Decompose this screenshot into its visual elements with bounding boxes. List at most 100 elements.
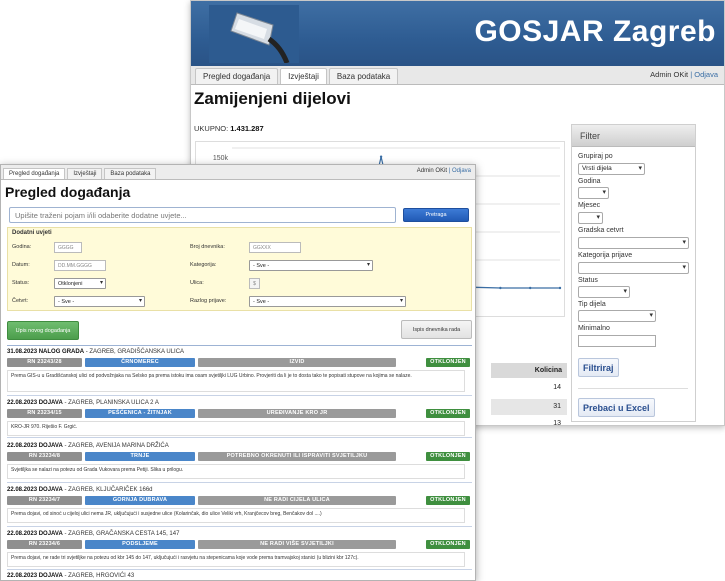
status-badge: OTKLONJEN xyxy=(426,540,470,549)
entry-address: - ZAGREB, HRGOVIĆI 43 xyxy=(62,573,135,579)
street-label: Ulica: xyxy=(190,280,204,286)
tab-database[interactable]: Baza podataka xyxy=(104,168,157,179)
chart-point xyxy=(558,286,562,290)
filter-button[interactable]: Filtriraj xyxy=(578,358,619,377)
category-badge: UREĐIVANJE KRO JR xyxy=(198,409,396,418)
search-button[interactable]: Pretraga xyxy=(403,208,469,222)
district-select[interactable] xyxy=(578,237,689,249)
filter-title: Filter xyxy=(572,125,695,147)
status-select[interactable]: Otklonjeni xyxy=(54,278,106,289)
print-log-button[interactable]: Ispis dnevnika rada xyxy=(401,320,472,339)
filter-divider xyxy=(578,388,688,389)
tab-database[interactable]: Baza podataka xyxy=(328,68,399,84)
date-input[interactable]: DD.MM.GGGG xyxy=(54,260,106,271)
user-separator: | xyxy=(448,168,451,174)
page-title: Zamijenjeni dijelovi xyxy=(194,89,351,108)
district-badge: ČRNOMEREC xyxy=(85,358,195,367)
entry-description: Prema dojavi, ne rade tri svjetiljke na … xyxy=(7,552,465,567)
log-number-input[interactable]: GGXXX xyxy=(249,242,301,253)
brand-title: GOSJAR Zagreb xyxy=(474,15,716,48)
main-tabs: Pregled događanja Izvještaji Baza podata… xyxy=(191,66,724,85)
user-separator: | xyxy=(690,70,693,79)
status-label: Status xyxy=(578,277,598,284)
status-badge: OTKLONJEN xyxy=(426,409,470,418)
entry-header: 22.08.2023 DOJAVA - ZAGREB, GRAČANSKA CE… xyxy=(7,531,472,539)
entry-description: KRO-JR 970. Riješio F. Grgić. xyxy=(7,421,465,436)
tab-reports[interactable]: Izvještaji xyxy=(280,68,327,84)
total-summary: UKUPNO: 1.431.287 xyxy=(194,124,264,133)
header-banner: GOSJAR Zagreb xyxy=(191,1,724,66)
district-badge: GORNJA DUBRAVA xyxy=(85,496,195,505)
year-input[interactable]: GGGG xyxy=(54,242,82,253)
chart-point xyxy=(379,155,383,158)
part-type-select[interactable] xyxy=(578,310,656,322)
work-order-badge: RN 23234/6 xyxy=(7,540,82,549)
chart-tick-label: 150k xyxy=(213,155,229,162)
month-select[interactable] xyxy=(578,212,603,224)
entry-date-type: 22.08.2023 DOJAVA xyxy=(7,487,63,493)
work-order-badge: RN 23234/7 xyxy=(7,496,82,505)
entry-date-type: 22.08.2023 DOJAVA xyxy=(7,443,63,449)
logout-link[interactable]: Odjava xyxy=(694,70,718,79)
status-badge: OTKLONJEN xyxy=(426,358,470,367)
entry-address: - ZAGREB, PLANINSKA ULICA 2 A xyxy=(62,400,159,406)
district-badge: PODSLJEME xyxy=(85,540,195,549)
street-lamp-icon xyxy=(209,5,299,63)
entry-date-type: 22.08.2023 DOJAVA xyxy=(7,400,63,406)
category-label: Kategorija prijave xyxy=(578,252,633,259)
tab-reports[interactable]: Izvještaji xyxy=(67,168,103,179)
table-cell-quantity: 13 xyxy=(553,420,561,426)
status-label: Status: xyxy=(12,280,30,286)
events-window: Pregled događanja Izvještaji Baza podata… xyxy=(0,164,476,581)
status-badge: OTKLONJEN xyxy=(426,452,470,461)
list-item[interactable]: 22.08.2023 DOJAVA - ZAGREB, GRAČANSKA CE… xyxy=(7,531,472,567)
tab-events-overview[interactable]: Pregled događanja xyxy=(195,68,279,84)
list-item[interactable]: 22.08.2023 DOJAVA - ZAGREB, HRGOVIĆI 43 xyxy=(7,573,472,580)
district-badge: TRNJE xyxy=(85,452,195,461)
status-select[interactable] xyxy=(578,286,630,298)
reason-select[interactable]: - Sve - xyxy=(249,296,406,307)
district-label: Gradska cetvrt xyxy=(578,227,624,234)
username: Admin OKit xyxy=(416,168,448,174)
year-label: Godina: xyxy=(12,244,32,250)
entry-divider xyxy=(7,526,472,527)
search-input[interactable]: Upišite traženi pojam i/ili odaberite do… xyxy=(9,207,396,223)
add-event-button[interactable]: Upis novog događanja xyxy=(7,321,79,340)
group-by-select[interactable]: Vrsti dijela xyxy=(578,163,645,175)
table-cell-quantity: 14 xyxy=(553,384,561,391)
entry-tags: RN 23234/7 GORNJA DUBRAVA NE RADI CIJELA… xyxy=(7,496,472,505)
work-order-badge: RN 23234/15 xyxy=(7,409,82,418)
table-header-quantity: Kolicina xyxy=(491,363,567,378)
tab-events-overview[interactable]: Pregled događanja xyxy=(3,168,66,179)
entry-address: - ZAGREB, GRADIŠĆANSKA ULICA xyxy=(84,349,185,355)
list-item[interactable]: 22.08.2023 DOJAVA - ZAGREB, KLJUČARIČEK … xyxy=(7,487,472,523)
category-select[interactable]: - Sve - xyxy=(249,260,373,271)
extra-conditions-title: Dodatni uvjeti xyxy=(12,230,52,236)
list-item[interactable]: 31.08.2023 NALOG GRADA - ZAGREB, GRADIŠĆ… xyxy=(7,349,472,392)
year-label: Godina xyxy=(578,178,601,185)
entry-tags: RN 23234/6 PODSLJEME NE RADI VIŠE SVJETI… xyxy=(7,540,472,549)
logout-link[interactable]: Odjava xyxy=(452,168,471,174)
chart-point xyxy=(499,286,502,290)
entry-header: 22.08.2023 DOJAVA - ZAGREB, KLJUČARIČEK … xyxy=(7,487,472,495)
export-excel-button[interactable]: Prebaci u Excel xyxy=(578,398,655,417)
group-by-label: Grupiraj po xyxy=(578,153,613,160)
entry-header: 22.08.2023 DOJAVA - ZAGREB, AVENIJA MARI… xyxy=(7,443,472,451)
category-badge: NE RADI VIŠE SVJETILJKI xyxy=(198,540,396,549)
entry-divider xyxy=(7,569,472,570)
list-item[interactable]: 22.08.2023 DOJAVA - ZAGREB, PLANINSKA UL… xyxy=(7,400,472,436)
entry-date-type: 22.08.2023 DOJAVA xyxy=(7,573,63,579)
district-select[interactable]: - Sve - xyxy=(54,296,145,307)
district-badge: PEŠĆENICA - ŽITNJAK xyxy=(85,409,195,418)
year-select[interactable] xyxy=(578,187,609,199)
list-item[interactable]: 22.08.2023 DOJAVA - ZAGREB, AVENIJA MARI… xyxy=(7,443,472,479)
month-label: Mjesec xyxy=(578,202,601,209)
table-cell-quantity: 31 xyxy=(491,399,567,415)
category-select[interactable] xyxy=(578,262,689,274)
minimum-input[interactable] xyxy=(578,335,656,347)
filter-panel: Filter Grupiraj po Vrsti dijela Godina M… xyxy=(571,124,696,422)
entry-address: - ZAGREB, KLJUČARIČEK 166d xyxy=(62,487,153,493)
street-picker-icon[interactable]: $ xyxy=(249,278,260,289)
user-box: Admin OKit | Odjava xyxy=(650,70,718,79)
entry-tags: RN 23234/8 TRNJE POTREBNO OKRENUTI ILI I… xyxy=(7,452,472,461)
